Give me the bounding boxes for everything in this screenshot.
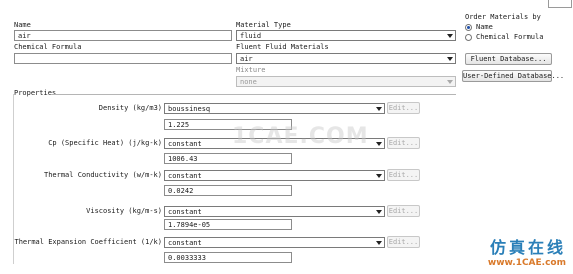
mixture-label: Mixture xyxy=(236,66,266,74)
order-by-formula-radio[interactable] xyxy=(465,34,472,41)
fluent-fluid-materials-dropdown[interactable]: air xyxy=(236,53,456,64)
chevron-down-icon xyxy=(447,57,453,61)
cp-value-field[interactable]: 1006.43 xyxy=(164,153,292,164)
cp-edit-button[interactable]: Edit... xyxy=(387,137,420,149)
order-by-name-radio[interactable] xyxy=(465,24,472,31)
thermal-conductivity-method-value: constant xyxy=(168,172,202,180)
material-type-dropdown[interactable]: fluid xyxy=(236,30,456,41)
mixture-dropdown: none xyxy=(236,76,456,87)
properties-divider xyxy=(52,94,456,95)
density-method-dropdown[interactable]: boussinesq xyxy=(164,103,385,114)
density-edit-button[interactable]: Edit... xyxy=(387,102,420,114)
order-materials-title: Order Materials by xyxy=(465,13,541,21)
thermal-expansion-value-field[interactable]: 0.0033333 xyxy=(164,252,292,263)
material-type-label: Material Type xyxy=(236,21,291,29)
chemical-formula-field[interactable] xyxy=(14,53,232,64)
thermal-conductivity-value-field[interactable]: 0.0242 xyxy=(164,185,292,196)
mixture-value: none xyxy=(240,78,257,86)
viscosity-method-dropdown[interactable]: constant xyxy=(164,206,385,217)
fluent-database-button[interactable]: Fluent Database... xyxy=(465,53,552,65)
thermal-expansion-method-dropdown[interactable]: constant xyxy=(164,237,385,248)
fluent-fluid-materials-label: Fluent Fluid Materials xyxy=(236,43,329,51)
chevron-down-icon xyxy=(447,80,453,84)
chevron-down-icon xyxy=(376,241,382,245)
material-type-value: fluid xyxy=(240,32,262,40)
density-method-value: boussinesq xyxy=(168,105,211,113)
density-label: Density (kg/m3) xyxy=(98,104,162,112)
watermark-brand-url: www.1CAE.com xyxy=(487,258,566,268)
thermal-conductivity-method-dropdown[interactable]: constant xyxy=(164,170,385,181)
thermal-conductivity-label: Thermal Conductivity (w/m-k) xyxy=(43,171,162,179)
watermark-brand-cn: 仿真在线 xyxy=(489,238,566,257)
order-by-name-label: Name xyxy=(476,23,493,31)
viscosity-method-value: constant xyxy=(168,208,202,216)
fluent-fluid-materials-value: air xyxy=(240,55,253,63)
name-field[interactable]: air xyxy=(14,30,232,41)
thermal-conductivity-edit-button[interactable]: Edit... xyxy=(387,169,420,181)
watermark-brand: 仿真在线 www.1CAE.com xyxy=(458,234,570,272)
chevron-down-icon xyxy=(447,34,453,38)
chevron-down-icon xyxy=(376,210,382,214)
chevron-down-icon xyxy=(376,107,382,111)
cp-label: Cp (Specific Heat) (j/kg-k) xyxy=(48,139,162,147)
viscosity-value-field[interactable]: 1.7894e-05 xyxy=(164,219,292,230)
properties-header: Properties xyxy=(14,89,57,97)
thermal-expansion-method-value: constant xyxy=(168,239,202,247)
chemical-formula-label: Chemical Formula xyxy=(14,43,82,51)
viscosity-edit-button[interactable]: Edit... xyxy=(387,205,420,217)
chevron-down-icon xyxy=(376,174,382,178)
user-defined-database-button[interactable]: User-Defined Database... xyxy=(462,70,564,82)
thermal-expansion-label: Thermal Expansion Coefficient (1/k) xyxy=(14,238,162,246)
viscosity-label: Viscosity (kg/m-s) xyxy=(86,207,162,215)
order-by-formula-label: Chemical Formula xyxy=(476,33,544,41)
chevron-down-icon xyxy=(376,142,382,146)
window-corner-box xyxy=(548,0,572,8)
watermark-center: 1CAE.COM xyxy=(232,124,369,149)
thermal-expansion-edit-button[interactable]: Edit... xyxy=(387,236,420,248)
cp-method-value: constant xyxy=(168,140,202,148)
name-label: Name xyxy=(14,21,31,29)
